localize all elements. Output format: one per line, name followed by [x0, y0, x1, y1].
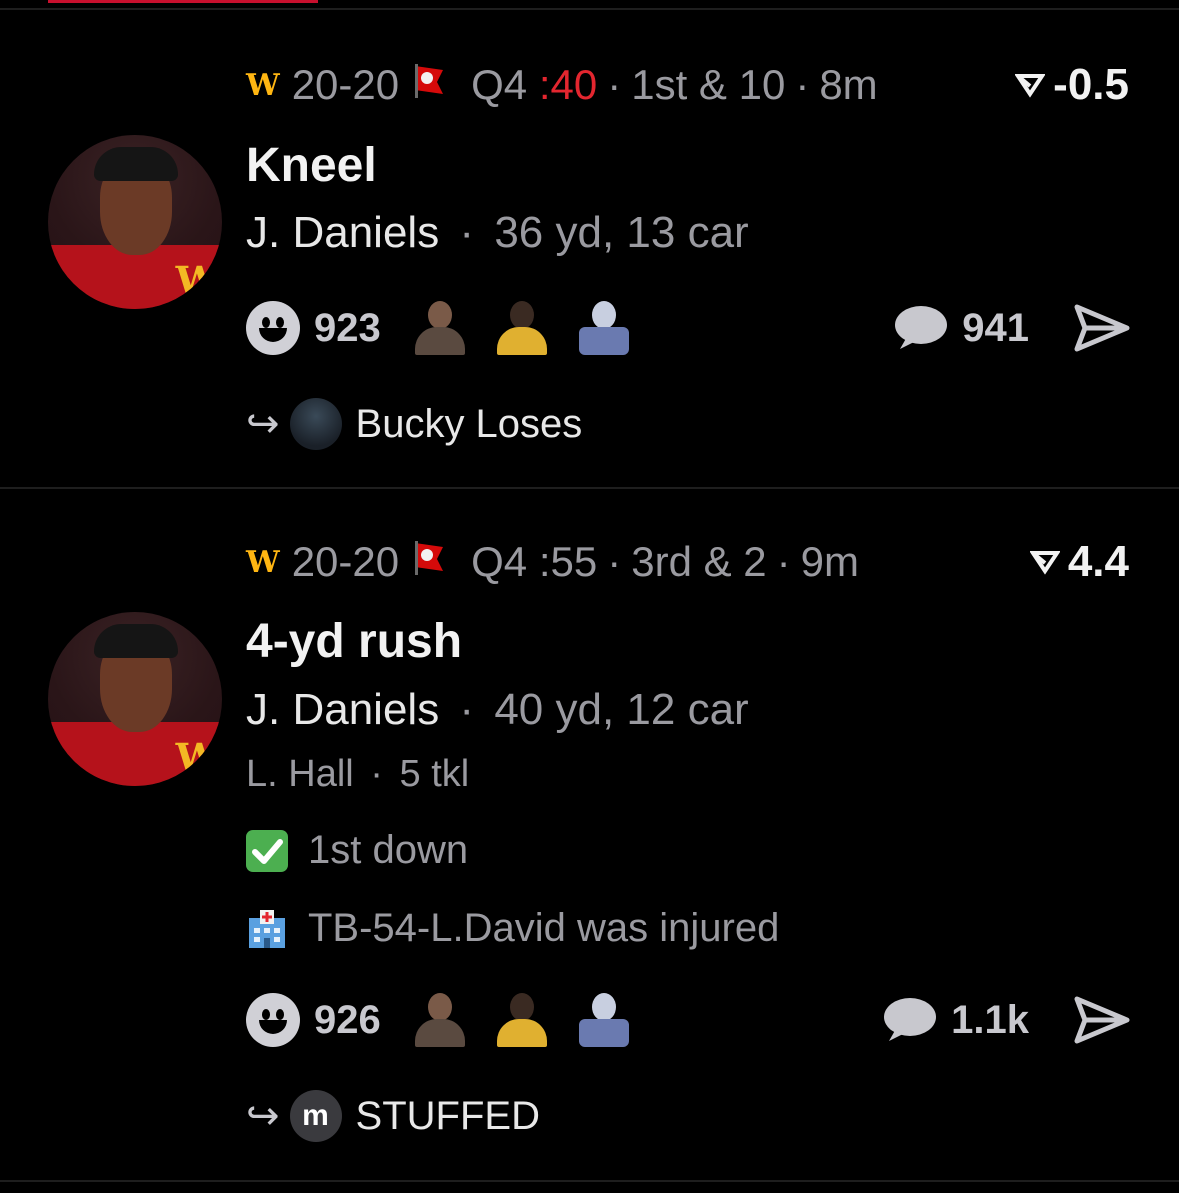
action-bar: 926 1.1k: [246, 990, 1131, 1050]
washington-logo-icon: W: [175, 258, 219, 303]
player-stats: 40 yd, 12 car: [494, 685, 749, 734]
reply-user: STUFFED: [355, 1093, 540, 1138]
tackler-name[interactable]: L. Hall: [246, 753, 354, 795]
reaction-button[interactable]: 923: [246, 301, 411, 355]
player-stats: 36 yd, 13 car: [494, 208, 749, 257]
down-distance: 3rd & 2: [631, 538, 767, 585]
game-clock: :55: [538, 538, 598, 585]
washington-logo-icon: W: [175, 735, 219, 780]
tackler-stats: 5 tkl: [399, 753, 470, 795]
play-meta: W 20-20 Q4 :55 · 3rd & 2 · 9m 4.4: [246, 537, 1129, 587]
time-ago: 9m: [800, 538, 859, 585]
comment-count: 1.1k: [951, 997, 1029, 1042]
check-icon: [246, 829, 288, 872]
washington-logo-icon: W: [246, 544, 280, 580]
reply-avatar: [289, 398, 342, 450]
win-probability-icon: [1015, 74, 1046, 98]
action-bar: 923 941: [246, 298, 1131, 358]
card-divider: [0, 487, 1179, 489]
play-meta: W 20-20 Q4 :40 · 1st & 10 · 8m -0.5: [246, 60, 1129, 110]
separator: ·: [607, 538, 622, 585]
play-card[interactable]: W W 20-20 Q4 :40 · 1st & 10 · 8m -0.5 Kn…: [0, 0, 1179, 488]
score: 20-20: [291, 538, 400, 585]
time-ago: 8m: [819, 61, 878, 108]
reaction-count: 926: [314, 997, 381, 1042]
reply-arrow-icon: ↪: [246, 1094, 280, 1138]
tackler-line: L. Hall · 5 tkl: [246, 753, 470, 795]
reaction-button[interactable]: 926: [246, 993, 411, 1047]
reactor-avatar[interactable]: [575, 993, 633, 1047]
card-divider: [0, 1180, 1179, 1182]
player-name[interactable]: J. Daniels: [246, 685, 439, 734]
smiley-icon: [246, 301, 300, 355]
smiley-icon: [246, 993, 300, 1047]
player-avatar[interactable]: W: [48, 612, 222, 786]
comment-bubble-icon: [895, 306, 948, 349]
washington-logo-icon: W: [246, 67, 280, 103]
reactor-avatar[interactable]: [411, 301, 469, 355]
win-probability-delta: -0.5: [1015, 60, 1129, 110]
play-title: 4-yd rush: [246, 615, 463, 668]
separator: ·: [776, 538, 791, 585]
reactor-avatar[interactable]: [411, 993, 469, 1047]
send-icon[interactable]: [1073, 995, 1131, 1045]
hospital-icon: [249, 909, 285, 948]
send-icon[interactable]: [1073, 303, 1131, 353]
score: 20-20: [291, 61, 400, 108]
top-reply[interactable]: ↪ Bucky Loses: [246, 398, 582, 450]
reply-avatar: m: [289, 1090, 342, 1142]
reactor-avatar[interactable]: [493, 993, 551, 1047]
win-probability-delta: 4.4: [1029, 537, 1129, 587]
comments-button[interactable]: 1.1k: [881, 995, 1029, 1045]
win-probability-icon: [1029, 551, 1060, 575]
comment-count: 941: [962, 305, 1029, 350]
injury-note: TB-54-L.David was injured: [246, 906, 779, 951]
player-name[interactable]: J. Daniels: [246, 208, 439, 257]
separator: ·: [607, 61, 622, 108]
player-avatar[interactable]: W: [48, 135, 222, 309]
buccaneers-flag-icon: [409, 537, 449, 587]
comments-button[interactable]: 941: [892, 303, 1029, 353]
quarter: Q4: [471, 538, 528, 585]
reply-arrow-icon: ↪: [246, 402, 280, 446]
reply-user: Bucky Loses: [355, 401, 583, 446]
buccaneers-flag-icon: [409, 60, 449, 110]
comment-bubble-icon: [884, 998, 937, 1041]
player-line: J. Daniels · 40 yd, 12 car: [246, 685, 749, 734]
reactor-avatar[interactable]: [575, 301, 633, 355]
play-card[interactable]: W W 20-20 Q4 :55 · 3rd & 2 · 9m 4.4 4-yd…: [0, 490, 1179, 1190]
game-clock: :40: [538, 61, 598, 108]
first-down-note: 1st down: [246, 828, 468, 873]
down-distance: 1st & 10: [631, 61, 786, 108]
quarter: Q4: [471, 61, 528, 108]
reaction-count: 923: [314, 305, 381, 350]
reactor-avatar[interactable]: [493, 301, 551, 355]
player-line: J. Daniels · 36 yd, 13 car: [246, 208, 749, 257]
play-title: Kneel: [246, 139, 377, 192]
separator: ·: [795, 61, 810, 108]
top-reply[interactable]: ↪ m STUFFED: [246, 1090, 540, 1142]
